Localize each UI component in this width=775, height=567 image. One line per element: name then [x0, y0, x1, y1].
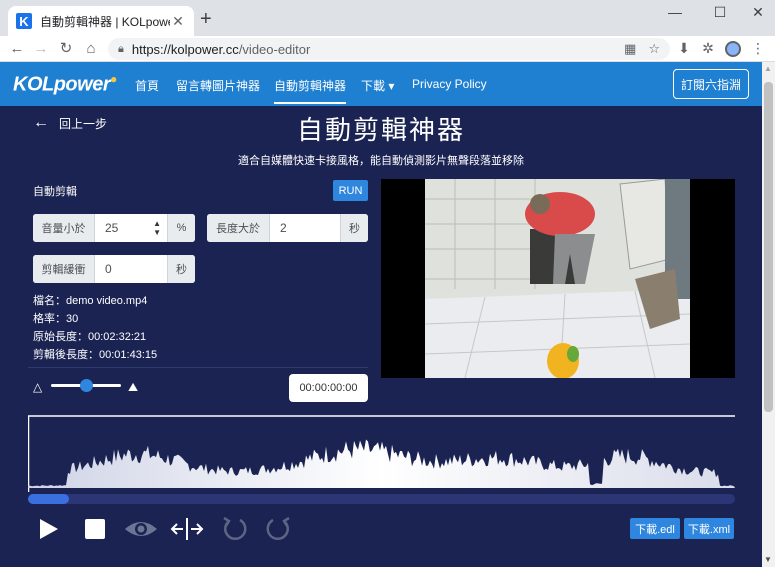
site-navbar: KOLpower● 首頁 留言轉圖片神器 自動剪輯神器 下載 ▾ Privacy…: [0, 62, 762, 106]
volume-unit: %: [167, 214, 195, 242]
divider: [28, 367, 368, 368]
info-filename: 檔名：demo video.mp4: [33, 295, 148, 307]
browser-tab-bar: K 自動剪輯神器 | KOLpower ✕ + — ☐ ✕: [0, 0, 775, 36]
buffer-label: 剪輯緩衝: [33, 255, 95, 283]
subscribe-button[interactable]: 訂閱六指淵: [673, 69, 749, 99]
volume-label: 音量小於: [33, 214, 95, 242]
menu-icon[interactable]: ⋮: [748, 40, 768, 57]
play-icon: [40, 519, 58, 539]
length-unit: 秒: [340, 214, 368, 242]
auto-edit-label: 自動剪輯: [33, 186, 77, 198]
kolpower-logo[interactable]: KOLpower●: [13, 72, 117, 97]
nav-privacy-policy[interactable]: Privacy Policy: [412, 77, 487, 91]
url-path: /video-editor: [238, 41, 311, 57]
bookmark-star-icon[interactable]: ☆: [648, 41, 660, 57]
timecode-display: 00:00:00:00: [289, 374, 368, 402]
nav-download-dropdown[interactable]: 下載 ▾: [361, 77, 394, 94]
nav-home[interactable]: 首頁: [135, 77, 159, 94]
home-icon[interactable]: ⌂: [80, 39, 102, 59]
back-icon[interactable]: ←: [6, 39, 28, 59]
download-icon[interactable]: ⬇: [674, 40, 694, 57]
maximize-icon[interactable]: ☐: [705, 4, 735, 21]
kolpower-favicon-icon: K: [16, 13, 32, 29]
undo-icon: [223, 516, 247, 541]
play-button[interactable]: [31, 512, 65, 546]
window-close-icon[interactable]: ✕: [743, 4, 773, 21]
info-original-length: 原始長度：00:02:32:21: [33, 331, 147, 343]
extensions-icon[interactable]: ✲: [698, 40, 718, 57]
scroll-down-icon[interactable]: ▼: [764, 555, 772, 564]
buffer-input[interactable]: 0: [95, 255, 167, 283]
video-preview[interactable]: [381, 179, 735, 378]
length-threshold-group: 長度大於 2 秒: [207, 214, 368, 242]
address-bar: ← → ↻ ⌂ 🔒︎ https://kolpower.cc/video-edi…: [0, 36, 775, 62]
volume-input[interactable]: 25 ▲ ▼: [95, 214, 167, 242]
audio-waveform[interactable]: [28, 414, 735, 494]
video-frame: [425, 179, 690, 378]
timeline-scrollbar[interactable]: [28, 494, 735, 504]
zoom-out-icon[interactable]: △: [33, 380, 42, 394]
reload-icon[interactable]: ↻: [55, 39, 77, 59]
run-button[interactable]: RUN: [333, 180, 368, 201]
page-subtitle: 適合自媒體快速卡接風格，能自動偵測影片無聲段落並移除: [238, 155, 524, 167]
minimize-icon[interactable]: —: [660, 4, 690, 20]
download-xml-button[interactable]: 下載.xml: [684, 518, 734, 539]
timeline-scroll-thumb[interactable]: [28, 494, 69, 504]
browser-tab[interactable]: K 自動剪輯神器 | KOLpower ✕: [8, 6, 194, 36]
url-host: https://kolpower.cc: [131, 41, 239, 57]
scroll-up-icon[interactable]: ▲: [764, 64, 772, 73]
preview-button[interactable]: [122, 512, 160, 546]
volume-threshold-group: 音量小於 25 ▲ ▼ %: [33, 214, 195, 242]
lock-icon: 🔒︎: [118, 42, 124, 55]
info-framerate: 格率：30: [33, 313, 79, 325]
redo-icon: [266, 516, 290, 541]
eye-icon: [125, 522, 157, 536]
page-title: 自動剪輯神器: [296, 115, 465, 145]
tab-title: 自動剪輯神器 | KOLpower: [40, 14, 170, 29]
stop-icon: [85, 519, 105, 539]
url-field[interactable]: 🔒︎ https://kolpower.cc/video-editor ▦ ☆: [108, 38, 670, 60]
undo-button[interactable]: [217, 512, 251, 546]
spinner-icon[interactable]: ▲ ▼: [153, 219, 161, 237]
nav-auto-editor[interactable]: 自動剪輯神器: [274, 77, 347, 104]
download-edl-button[interactable]: 下載.edl: [630, 518, 680, 539]
zoom-in-icon[interactable]: ⛰: [128, 380, 138, 395]
split-arrows-icon: [170, 518, 204, 540]
split-button[interactable]: [170, 512, 204, 546]
nav-comment-to-image[interactable]: 留言轉圖片神器: [176, 77, 260, 94]
zoom-slider-handle[interactable]: [80, 379, 93, 392]
redo-button[interactable]: [262, 512, 296, 546]
waveform-shape: [28, 439, 735, 488]
scrollbar-thumb[interactable]: [764, 82, 773, 412]
buffer-unit: 秒: [167, 255, 195, 283]
profile-avatar[interactable]: [725, 41, 741, 57]
info-edited-length: 剪輯後長度：00:01:43:15: [33, 349, 158, 361]
forward-icon[interactable]: →: [30, 39, 52, 59]
close-icon[interactable]: ✕: [170, 13, 186, 30]
length-label: 長度大於: [207, 214, 270, 242]
buffer-group: 剪輯緩衝 0 秒: [33, 255, 195, 283]
qr-code-icon[interactable]: ▦: [624, 41, 636, 57]
stop-button[interactable]: [78, 512, 112, 546]
length-input[interactable]: 2: [270, 214, 340, 242]
new-tab-icon[interactable]: +: [200, 9, 212, 29]
video-frame-image: [425, 179, 690, 378]
